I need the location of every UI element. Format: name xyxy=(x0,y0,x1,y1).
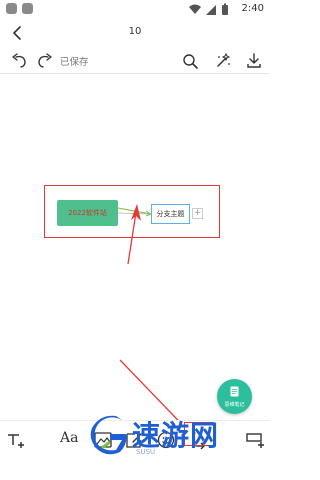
edit-toolbar: 已保存 xyxy=(0,48,270,74)
fab-label: 思维笔记 xyxy=(224,402,245,408)
add-sibling-topic-icon[interactable] xyxy=(5,429,27,451)
save-status: 已保存 xyxy=(60,57,89,68)
status-bar: 2:40 xyxy=(0,0,270,20)
download-icon[interactable] xyxy=(244,51,264,71)
search-icon[interactable] xyxy=(180,51,200,71)
system-nav-bar xyxy=(0,460,270,480)
note-icon xyxy=(230,386,239,397)
mind-note-fab[interactable]: 思维笔记 xyxy=(217,379,252,414)
wifi-icon xyxy=(189,4,201,14)
clock: 2:40 xyxy=(241,3,264,14)
watermark-logo-icon xyxy=(90,415,127,455)
battery-icon xyxy=(222,5,228,15)
title-bar: 10 xyxy=(0,20,270,46)
signal-icon xyxy=(206,5,216,15)
document-title: 10 xyxy=(128,26,142,37)
redo-icon[interactable] xyxy=(34,51,54,71)
notification-icon xyxy=(6,3,17,14)
add-child-button[interactable]: + xyxy=(192,208,203,219)
branch-topic-node[interactable]: 分支主题 xyxy=(151,204,190,224)
notification-icon xyxy=(22,3,33,14)
undo-icon[interactable] xyxy=(10,51,30,71)
text-style-icon[interactable]: Aa xyxy=(60,430,78,452)
central-topic-node[interactable]: 2022软件站 xyxy=(57,200,118,226)
watermark: 速游网 SUSU xyxy=(88,410,258,465)
mindmap-canvas[interactable] xyxy=(0,75,270,430)
watermark-domain: SUSU xyxy=(136,448,156,456)
theme-style-icon[interactable] xyxy=(213,51,233,71)
system-status-icons xyxy=(189,3,228,15)
